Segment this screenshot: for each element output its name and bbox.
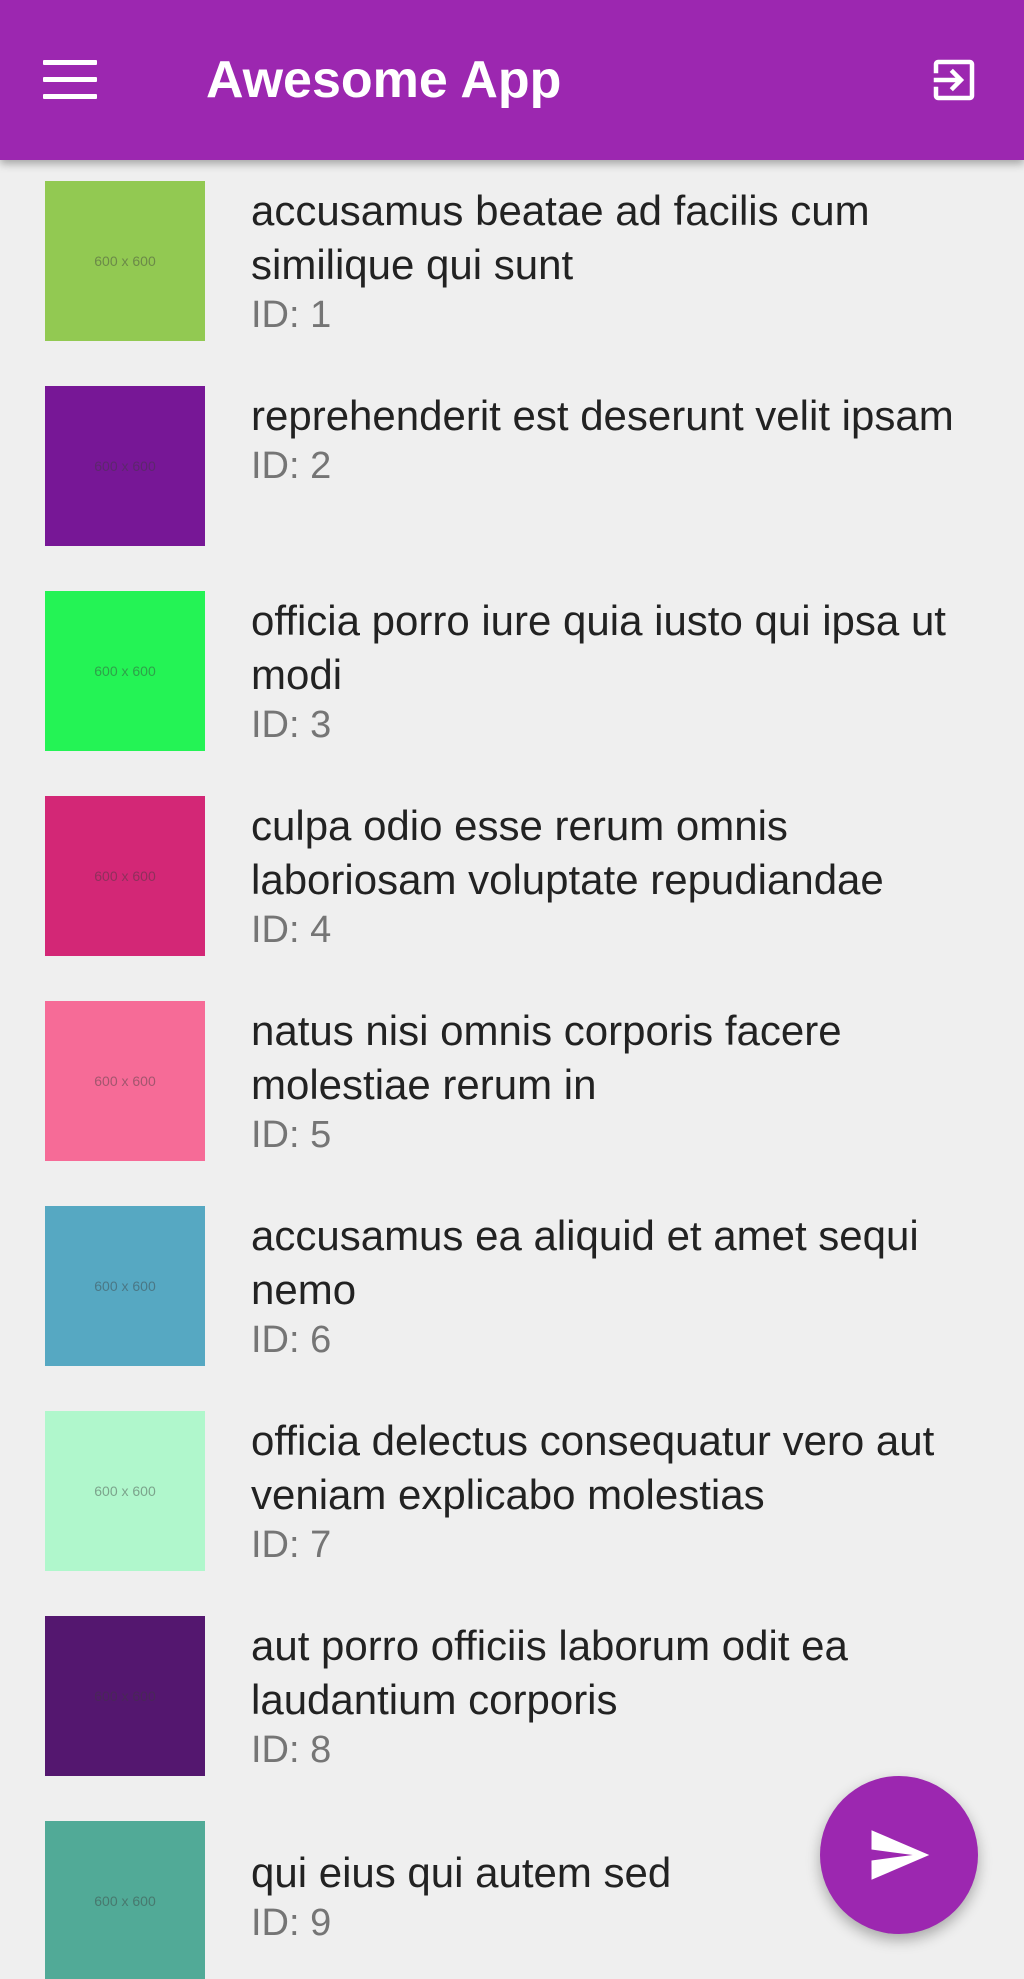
thumbnail-image: 600 x 600 xyxy=(45,1411,205,1571)
hamburger-menu-icon xyxy=(43,60,97,99)
list-item[interactable]: 600 x 600 culpa odio esse rerum omnis lab… xyxy=(0,775,1024,980)
list-item[interactable]: 600 x 600 officia delectus consequatur ve… xyxy=(0,1390,1024,1595)
thumbnail-image: 600 x 600 xyxy=(45,181,205,341)
app-title: Awesome App xyxy=(206,51,562,109)
thumbnail-label: 600 x 600 xyxy=(94,868,156,884)
thumbnail-label: 600 x 600 xyxy=(94,663,156,679)
thumbnail-image: 600 x 600 xyxy=(45,591,205,751)
thumbnail-image: 600 x 600 xyxy=(45,1206,205,1366)
list-item-text: officia porro iure quia iusto qui ipsa u… xyxy=(251,594,991,748)
list-item-text: accusamus ea aliquid et amet sequi nemo I… xyxy=(251,1209,991,1363)
thumbnail-label: 600 x 600 xyxy=(94,1278,156,1294)
list-item-id: ID: 7 xyxy=(251,1524,332,1566)
thumbnail-image: 600 x 600 xyxy=(45,1001,205,1161)
list-item[interactable]: 600 x 600 reprehenderit est deserunt veli… xyxy=(0,365,1024,570)
list-item-text: aut porro officiis laborum odit ea lauda… xyxy=(251,1619,991,1773)
list-item-text: natus nisi omnis corporis facere molesti… xyxy=(251,1004,991,1158)
exit-to-app-icon xyxy=(933,59,975,101)
list-item-title: officia porro iure quia iusto qui ipsa u… xyxy=(251,597,946,698)
list-item-title: aut porro officiis laborum odit ea lauda… xyxy=(251,1622,848,1723)
list-item-title: reprehenderit est deserunt velit ipsam xyxy=(251,392,954,439)
list-item-id: ID: 4 xyxy=(251,909,332,951)
list-item[interactable]: 600 x 600 aut porro officiis laborum odit… xyxy=(0,1595,1024,1800)
list-item[interactable]: 600 x 600 accusamus beatae ad facilis cum… xyxy=(0,160,1024,365)
list-item-text: culpa odio esse rerum omnis laboriosam v… xyxy=(251,799,991,953)
screen: Awesome App 600 x 600 accusamus beatae ad… xyxy=(0,0,1024,1979)
thumbnail-label: 600 x 600 xyxy=(94,1893,156,1909)
thumbnail-image: 600 x 600 xyxy=(45,1821,205,1979)
list-item-title: accusamus ea aliquid et amet sequi nemo xyxy=(251,1212,919,1313)
list-item-id: ID: 2 xyxy=(251,445,332,487)
thumbnail-image: 600 x 600 xyxy=(45,796,205,956)
thumbnail-label: 600 x 600 xyxy=(94,1688,156,1704)
list-item[interactable]: 600 x 600 accusamus ea aliquid et amet se… xyxy=(0,1185,1024,1390)
list-item-text: accusamus beatae ad facilis cum similiqu… xyxy=(251,184,991,338)
exit-button[interactable] xyxy=(912,38,996,122)
list-item-id: ID: 6 xyxy=(251,1319,332,1361)
thumbnail-image: 600 x 600 xyxy=(45,1616,205,1776)
list-item-title: accusamus beatae ad facilis cum similiqu… xyxy=(251,187,870,288)
list-item-id: ID: 5 xyxy=(251,1114,332,1156)
thumbnail-label: 600 x 600 xyxy=(94,1483,156,1499)
list-item-id: ID: 1 xyxy=(251,294,332,336)
list-item[interactable]: 600 x 600 natus nisi omnis corporis facer… xyxy=(0,980,1024,1185)
list-item-id: ID: 8 xyxy=(251,1729,332,1771)
list-item-text: reprehenderit est deserunt velit ipsam ID… xyxy=(251,389,991,489)
list-item-title: culpa odio esse rerum omnis laboriosam v… xyxy=(251,802,884,903)
send-fab-button[interactable] xyxy=(820,1776,978,1934)
list-item-text: officia delectus consequatur vero aut ve… xyxy=(251,1414,991,1568)
thumbnail-label: 600 x 600 xyxy=(94,1073,156,1089)
menu-button[interactable] xyxy=(28,38,112,122)
send-icon xyxy=(871,1830,930,1880)
list-item-title: natus nisi omnis corporis facere molesti… xyxy=(251,1007,842,1108)
list-item-title: officia delectus consequatur vero aut ve… xyxy=(251,1417,935,1518)
thumbnail-label: 600 x 600 xyxy=(94,253,156,269)
list-item-id: ID: 3 xyxy=(251,704,332,746)
app-bar: Awesome App xyxy=(0,0,1024,160)
thumbnail-label: 600 x 600 xyxy=(94,458,156,474)
list-item[interactable]: 600 x 600 officia porro iure quia iusto q… xyxy=(0,570,1024,775)
thumbnail-image: 600 x 600 xyxy=(45,386,205,546)
